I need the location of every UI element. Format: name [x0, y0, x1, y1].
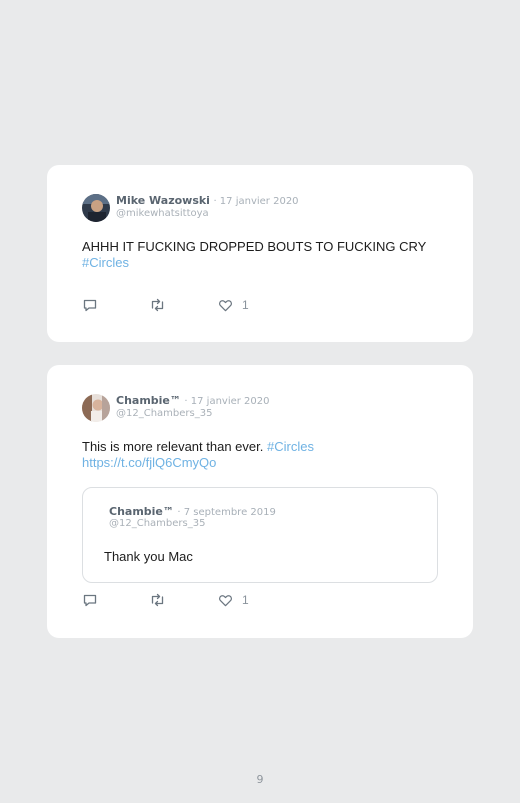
tweet-date[interactable]: · 17 janvier 2020	[213, 196, 298, 207]
avatar[interactable]	[82, 194, 110, 222]
retweet-icon	[149, 592, 166, 608]
quoted-tweet-header: Chambie™ · 7 septembre 2019	[109, 505, 276, 518]
author-handle[interactable]: @mikewhatsittoya	[116, 208, 209, 219]
author-name[interactable]: Chambie™	[116, 394, 181, 407]
tweet-url-link[interactable]: https://t.co/fjlQ6CmyQo	[82, 455, 314, 471]
tweet-actions: 1	[82, 592, 282, 608]
like-count: 1	[242, 298, 249, 312]
avatar[interactable]	[82, 394, 110, 422]
like-button[interactable]: 1	[218, 592, 249, 608]
tweet-text-line: AHHH IT FUCKING DROPPED BOUTS TO FUCKING…	[82, 239, 427, 254]
retweet-button[interactable]	[149, 592, 166, 608]
author-handle[interactable]: @12_Chambers_35	[116, 408, 212, 419]
tweet-date[interactable]: · 17 janvier 2020	[184, 396, 269, 407]
quoted-tweet-date[interactable]: · 7 septembre 2019	[177, 507, 275, 518]
reply-icon	[82, 297, 98, 313]
heart-icon	[218, 298, 233, 313]
like-count: 1	[242, 593, 249, 607]
hashtag-link[interactable]: #Circles	[82, 255, 426, 271]
tweet-header: Chambie™ · 17 janvier 2020	[116, 394, 270, 407]
tweet-card[interactable]: Chambie™ · 17 janvier 2020 @12_Chambers_…	[47, 365, 473, 638]
retweet-button[interactable]	[149, 297, 166, 313]
tweet-card[interactable]: Mike Wazowski · 17 janvier 2020 @mikewha…	[47, 165, 473, 342]
tweet-actions: 1	[82, 297, 282, 313]
reply-button[interactable]	[82, 297, 98, 313]
retweet-icon	[149, 297, 166, 313]
reply-button[interactable]	[82, 592, 98, 608]
reply-icon	[82, 592, 98, 608]
page-number: 9	[256, 773, 264, 786]
like-button[interactable]: 1	[218, 297, 249, 313]
hashtag-link[interactable]: #Circles	[267, 439, 314, 454]
tweet-text-line: This is more relevant than ever.	[82, 439, 264, 454]
tweet-text: AHHH IT FUCKING DROPPED BOUTS TO FUCKING…	[82, 239, 426, 271]
author-name[interactable]: Mike Wazowski	[116, 194, 210, 207]
quoted-tweet[interactable]: Chambie™ · 7 septembre 2019 @12_Chambers…	[82, 487, 438, 583]
tweet-text: This is more relevant than ever. #Circle…	[82, 439, 314, 471]
heart-icon	[218, 593, 233, 608]
tweet-header: Mike Wazowski · 17 janvier 2020	[116, 194, 299, 207]
quoted-tweet-text: Thank you Mac	[104, 549, 193, 564]
quoted-author-name[interactable]: Chambie™	[109, 505, 174, 518]
quoted-author-handle[interactable]: @12_Chambers_35	[109, 518, 205, 529]
